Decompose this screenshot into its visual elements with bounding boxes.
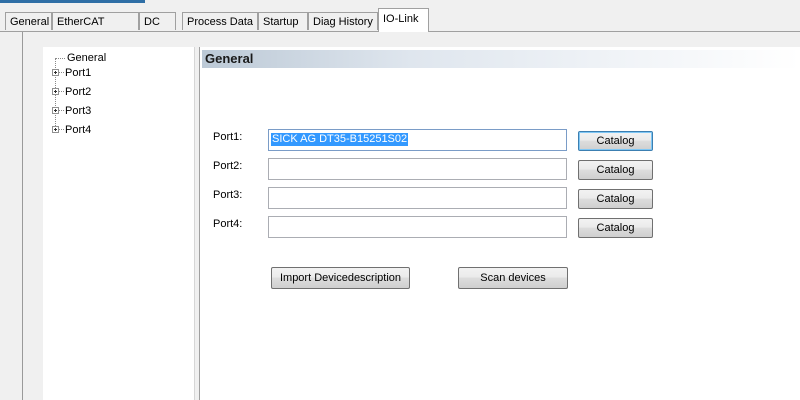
tree-item-port3[interactable]: Port3 xyxy=(65,104,91,118)
tree-item-general[interactable]: General xyxy=(67,51,106,65)
port1-catalog-button[interactable]: Catalog xyxy=(578,131,653,151)
port-tree[interactable]: General Port1 Port2 Port3 Port4 xyxy=(43,47,195,400)
tab-diag-history[interactable]: Diag History xyxy=(308,12,378,30)
section-header-title: General xyxy=(205,51,254,66)
tree-item-port4[interactable]: Port4 xyxy=(65,123,91,137)
tree-connector xyxy=(59,91,64,92)
tab-ethercat[interactable]: EtherCAT xyxy=(52,12,139,30)
tab-general[interactable]: General xyxy=(5,12,52,30)
port2-label: Port2: xyxy=(213,160,243,172)
tree-item-port2[interactable]: Port2 xyxy=(65,85,91,99)
import-devicedescription-button[interactable]: Import Devicedescription xyxy=(271,267,410,289)
tree-connector xyxy=(59,110,64,111)
tab-startup[interactable]: Startup xyxy=(258,12,308,30)
tab-process-data[interactable]: Process Data xyxy=(182,12,258,30)
expand-icon[interactable] xyxy=(52,107,59,114)
port3-label: Port3: xyxy=(213,189,243,201)
tree-connector xyxy=(56,58,65,59)
expand-icon[interactable] xyxy=(52,88,59,95)
window-accent-bar xyxy=(0,0,145,3)
port4-catalog-button[interactable]: Catalog xyxy=(578,218,653,238)
tree-connector xyxy=(59,72,64,73)
port4-field[interactable] xyxy=(268,216,567,238)
port4-label: Port4: xyxy=(213,218,243,230)
port3-catalog-button[interactable]: Catalog xyxy=(578,189,653,209)
tab-io-link[interactable]: IO-Link xyxy=(378,8,429,32)
port1-field[interactable]: SICK AG DT35-B15251S02 xyxy=(268,129,567,151)
tree-connector xyxy=(59,129,64,130)
expand-icon[interactable] xyxy=(52,126,59,133)
expand-icon[interactable] xyxy=(52,69,59,76)
port1-value: SICK AG DT35-B15251S02 xyxy=(271,133,409,146)
scan-devices-button[interactable]: Scan devices xyxy=(458,267,568,289)
port1-label: Port1: xyxy=(213,131,243,143)
port2-catalog-button[interactable]: Catalog xyxy=(578,160,653,180)
port3-field[interactable] xyxy=(268,187,567,209)
port2-field[interactable] xyxy=(268,158,567,180)
panel-frame-line xyxy=(22,32,23,400)
tab-bar: General EtherCAT DC Process Data Startup… xyxy=(0,5,800,32)
tree-item-port1[interactable]: Port1 xyxy=(65,66,91,80)
tab-dc[interactable]: DC xyxy=(139,12,176,30)
section-header-bar xyxy=(202,50,800,68)
